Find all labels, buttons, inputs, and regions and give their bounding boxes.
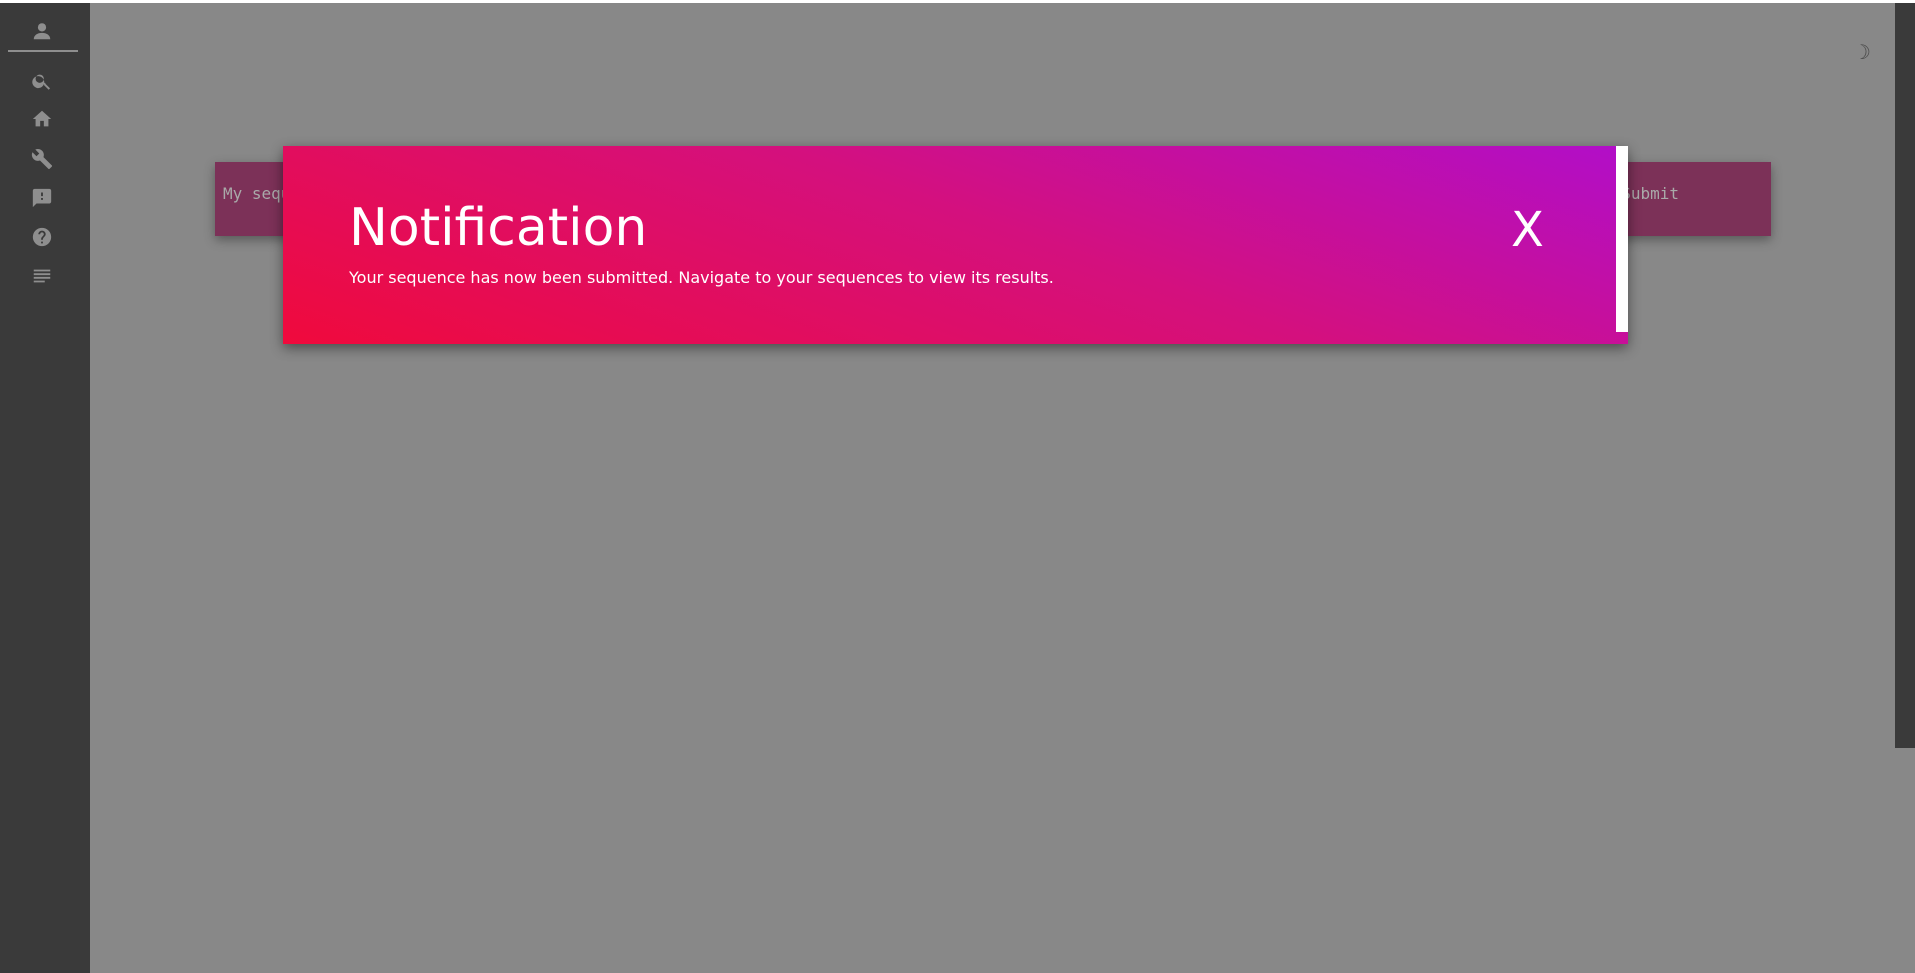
feedback-icon[interactable] xyxy=(30,186,54,210)
search-icon[interactable] xyxy=(30,69,54,93)
user-icon[interactable] xyxy=(30,19,54,43)
notification-title: Notification xyxy=(349,198,648,258)
list-icon[interactable] xyxy=(30,264,54,288)
close-button[interactable]: X xyxy=(1511,206,1544,254)
sidebar-divider xyxy=(8,50,78,52)
notification-message: Your sequence has now been submitted. Na… xyxy=(349,268,1054,287)
wrench-icon[interactable] xyxy=(30,147,54,171)
home-icon[interactable] xyxy=(30,107,54,131)
help-icon[interactable] xyxy=(30,225,54,249)
page-scrollbar[interactable] xyxy=(1895,3,1915,748)
modal-scrollbar[interactable] xyxy=(1616,146,1628,332)
sidebar xyxy=(0,3,90,973)
submit-button[interactable]: Submit xyxy=(1621,184,1679,203)
theme-toggle-icon[interactable]: ☽ xyxy=(1853,40,1871,64)
notification-modal: Notification Your sequence has now been … xyxy=(283,146,1628,344)
